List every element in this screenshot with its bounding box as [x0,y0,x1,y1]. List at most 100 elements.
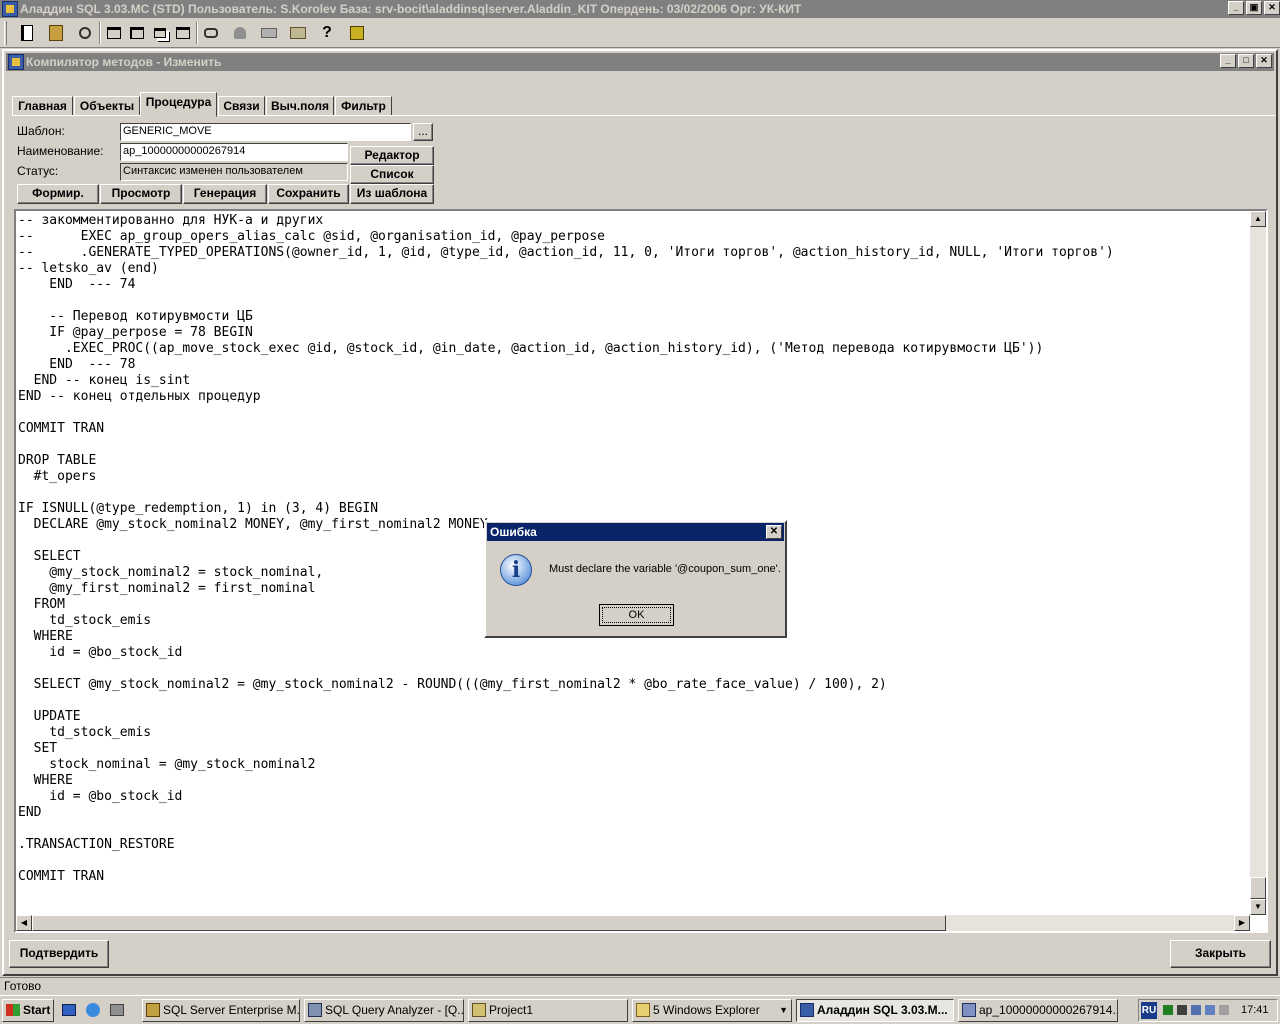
app-title-bar[interactable]: Аладдин SQL 3.03.MC (STD) Пользователь: … [0,0,1280,18]
list-button[interactable]: Список [350,165,434,184]
tab-main[interactable]: Главная [12,96,73,116]
information-icon: i [500,554,532,586]
dialog-title: Ошибка [490,525,537,539]
toolbar-separator [99,22,101,44]
exit-icon[interactable] [346,22,368,44]
binoculars-icon[interactable] [200,22,222,44]
template-label: Шаблон: [17,124,65,138]
task-aladdin[interactable]: Аладдин SQL 3.03.M... [796,999,954,1022]
child-close-button[interactable]: ✕ [1256,54,1272,68]
save-button[interactable]: Сохранить [268,184,349,204]
status-field: Синтаксис изменен пользователем [120,163,348,181]
preview-button[interactable]: Просмотр [100,184,182,204]
horizontal-scroll-thumb[interactable] [32,915,946,931]
app-icon [2,1,18,17]
tray-network-icon[interactable] [1191,1005,1201,1015]
task-label: ap_10000000000267914... [979,1003,1118,1017]
ok-label: OK [602,607,671,623]
search-person-icon[interactable] [74,22,96,44]
vertical-scrollbar[interactable]: ▲ ▼ [1250,211,1266,915]
ok-button[interactable]: OK [599,604,674,626]
app-title: Аладдин SQL 3.03.MC (STD) Пользователь: … [20,2,802,16]
method-compiler-window: Компилятор методов - Изменить _ □ ✕ Глав… [2,49,1278,976]
vertical-scroll-thumb[interactable] [1250,877,1266,899]
editor-button[interactable]: Редактор [350,146,434,165]
browser-icon[interactable] [84,1000,102,1020]
windows-flag-icon [6,1004,20,1016]
tab-objects[interactable]: Объекты [74,96,140,116]
taskbar: Start SQL Server Enterprise M... SQL Que… [0,995,1280,1024]
sql-server-icon [146,1003,160,1017]
task-sql-enterprise[interactable]: SQL Server Enterprise M... [142,999,300,1022]
child-title-bar[interactable]: Компилятор методов - Изменить _ □ ✕ [6,53,1274,71]
tab-links[interactable]: Связи [218,96,265,116]
start-button[interactable]: Start [2,999,54,1022]
task-label: Project1 [489,1003,534,1017]
dialog-close-button[interactable]: ✕ [766,525,782,539]
tray-volume-icon[interactable] [1219,1005,1229,1015]
task-label: Аладдин SQL 3.03.M... [817,1003,948,1017]
query-analyzer-icon [308,1003,322,1017]
minimize-button[interactable]: _ [1228,1,1244,15]
cascade-icon[interactable] [149,22,171,44]
scroll-right-arrow-icon[interactable]: ▶ [1234,915,1250,931]
window-icon[interactable] [103,22,125,44]
status-label: Статус: [17,164,59,178]
generate-button[interactable]: Генерация [183,184,267,204]
dialog-title-bar[interactable]: Ошибка ✕ [487,523,784,541]
folder-icon [636,1003,650,1017]
network-icon[interactable] [108,1000,126,1020]
tray-network-icon-2[interactable] [1205,1005,1215,1015]
desktop-icon[interactable] [60,1000,78,1020]
status-bar: Готово [0,977,1280,994]
from-template-button[interactable]: Из шаблона [350,184,434,204]
task-windows-explorer[interactable]: 5 Windows Explorer ▼ [632,999,792,1022]
scroll-up-arrow-icon[interactable]: ▲ [1250,211,1266,227]
cabinet-icon[interactable] [45,22,67,44]
arrange-icon[interactable] [172,22,194,44]
language-indicator[interactable]: RU [1141,1002,1157,1019]
dialog-message: Must declare the variable '@coupon_sum_o… [549,563,781,575]
help-icon[interactable]: ? [316,22,338,44]
print-icon[interactable] [258,22,280,44]
task-label: SQL Server Enterprise M... [163,1003,300,1017]
tab-filter[interactable]: Фильтр [335,96,392,116]
name-field[interactable]: ap_10000000000267914 [120,143,348,161]
task-query-analyzer[interactable]: SQL Query Analyzer - [Q... [304,999,464,1022]
template-browse-button[interactable]: ... [413,123,433,141]
tab-procedure[interactable]: Процедура [140,92,217,117]
confirm-button[interactable]: Подтвердить [9,940,109,968]
form-button[interactable]: Формир. [17,184,99,204]
notebook-icon[interactable] [16,22,38,44]
toolbar-grip [4,21,7,45]
stamp-icon[interactable] [229,22,251,44]
clock[interactable]: 17:41 [1241,1000,1269,1021]
tab-calc-fields[interactable]: Выч.поля [266,96,334,116]
child-maximize-button[interactable]: □ [1238,54,1254,68]
document-icon [962,1003,976,1017]
system-tray: RU 17:41 [1138,999,1278,1022]
scroll-left-arrow-icon[interactable]: ◀ [16,915,32,931]
task-label: 5 Windows Explorer [653,1003,760,1017]
tile-icon[interactable] [126,22,148,44]
tray-monitor-icon[interactable] [1177,1005,1187,1015]
child-minimize-button[interactable]: _ [1220,54,1236,68]
template-field[interactable]: GENERIC_MOVE [120,123,411,141]
horizontal-scrollbar[interactable]: ◀ ▶ [16,915,1250,931]
project-icon [472,1003,486,1017]
task-procedure-doc[interactable]: ap_10000000000267914... [958,999,1118,1022]
tray-app-icon[interactable] [1163,1005,1173,1015]
task-label: SQL Query Analyzer - [Q... [325,1003,464,1017]
child-title: Компилятор методов - Изменить [26,55,222,69]
child-window-icon [8,54,24,70]
task-project1[interactable]: Project1 [468,999,628,1022]
close-button[interactable]: ✕ [1264,1,1280,15]
toolbar-separator [196,22,198,44]
close-window-button[interactable]: Закрыть [1170,940,1271,968]
aladdin-icon [800,1003,814,1017]
folder-icon[interactable] [287,22,309,44]
scroll-down-arrow-icon[interactable]: ▼ [1250,899,1266,915]
error-dialog: Ошибка ✕ i Must declare the variable '@c… [484,520,787,638]
restore-button[interactable]: ▣ [1246,1,1262,15]
name-label: Наименование: [17,144,104,158]
